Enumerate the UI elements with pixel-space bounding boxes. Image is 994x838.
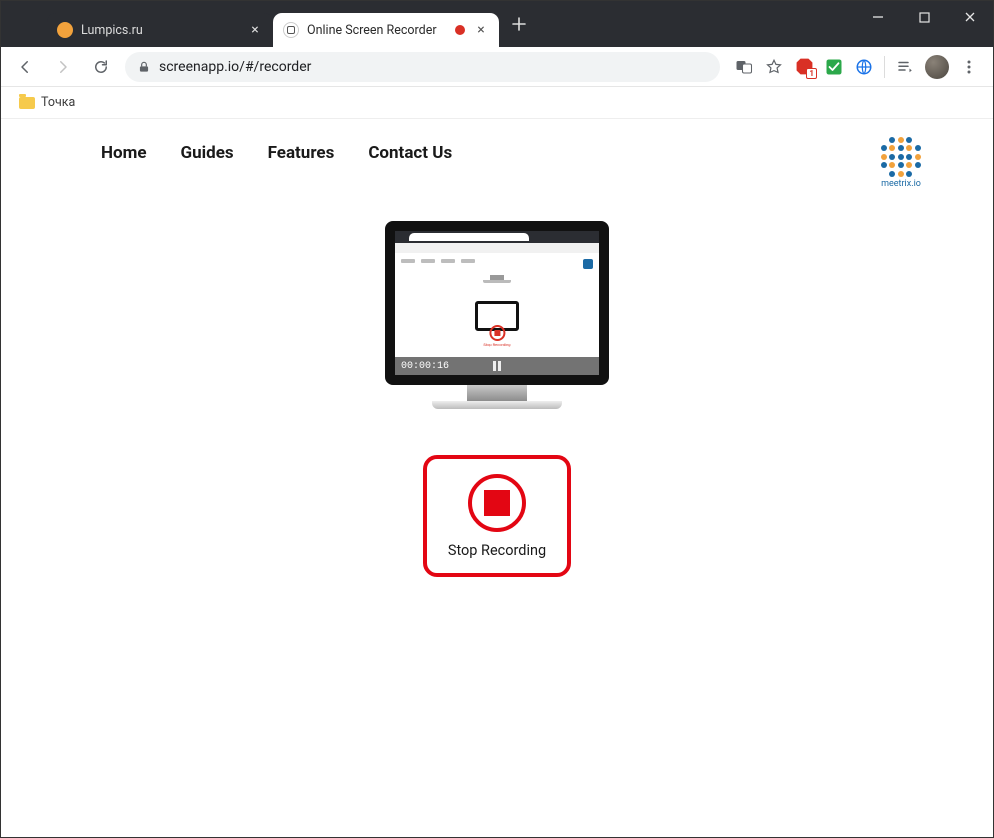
site-nav: Home Guides Features Contact Us — [1, 119, 993, 163]
separator — [884, 56, 885, 78]
adblock-icon[interactable]: 1 — [794, 57, 814, 77]
preview-titlebar — [395, 231, 599, 243]
preview-addressbar — [395, 243, 599, 253]
brand-text: meetrix.io — [881, 179, 921, 189]
tab-title: Online Screen Recorder — [307, 23, 447, 38]
titlebar: Lumpics.ru × Online Screen Recorder × — [1, 1, 993, 47]
tab-title: Lumpics.ru — [81, 23, 239, 38]
window-controls — [855, 1, 993, 37]
stop-recording-button[interactable]: Stop Recording — [423, 455, 571, 577]
nav-home[interactable]: Home — [101, 143, 147, 163]
lock-icon — [137, 60, 151, 74]
tab-close-icon[interactable]: × — [247, 22, 263, 38]
preview-stop-label: Stop Recording — [483, 342, 510, 347]
reload-button[interactable] — [87, 53, 115, 81]
recording-indicator-icon — [455, 25, 465, 35]
brand-logo-icon — [881, 137, 921, 177]
forward-button[interactable] — [49, 53, 77, 81]
stop-recording-label: Stop Recording — [448, 542, 546, 559]
omnibox[interactable]: screenapp.io/#/recorder — [125, 52, 720, 82]
pause-icon[interactable] — [493, 361, 501, 371]
tab-lumpics[interactable]: Lumpics.ru × — [47, 13, 273, 47]
back-button[interactable] — [11, 53, 39, 81]
brand-logo[interactable]: meetrix.io — [881, 137, 921, 189]
page-content: Home Guides Features Contact Us meetrix.… — [1, 119, 993, 837]
preview-stop-button: Stop Recording — [483, 325, 510, 347]
recording-preview: Stop Recording 00:00:16 — [385, 221, 609, 409]
monitor-stand — [467, 385, 527, 401]
bookmark-folder[interactable]: Точка — [13, 92, 81, 113]
bookmarks-bar: Точка — [1, 87, 993, 119]
browser-window: Lumpics.ru × Online Screen Recorder × — [0, 0, 994, 838]
close-window-button[interactable] — [947, 1, 993, 33]
monitor-base — [432, 401, 562, 409]
check-extension-icon[interactable] — [824, 57, 844, 77]
menu-button[interactable] — [959, 57, 979, 77]
tab-screenapp[interactable]: Online Screen Recorder × — [273, 13, 499, 47]
nav-features[interactable]: Features — [268, 143, 335, 163]
maximize-button[interactable] — [901, 1, 947, 33]
translate-icon[interactable] — [734, 57, 754, 77]
nav-contact[interactable]: Contact Us — [368, 143, 452, 163]
tab-close-icon[interactable]: × — [473, 22, 489, 38]
new-tab-button[interactable] — [505, 10, 533, 38]
media-playlist-icon[interactable] — [895, 57, 915, 77]
favicon-screenapp — [283, 22, 299, 38]
recording-time: 00:00:16 — [401, 361, 449, 372]
toolbar-extension-icons: 1 — [730, 55, 983, 79]
preview-brand-icon — [583, 259, 593, 269]
nav-guides[interactable]: Guides — [181, 143, 234, 163]
folder-icon — [19, 97, 35, 109]
profile-avatar[interactable] — [925, 55, 949, 79]
bookmark-label: Точка — [41, 95, 75, 110]
address-bar: screenapp.io/#/recorder 1 — [1, 47, 993, 87]
stop-icon — [468, 474, 526, 532]
minimize-button[interactable] — [855, 1, 901, 33]
recording-overlay: 00:00:16 — [395, 357, 599, 375]
monitor-frame: Stop Recording 00:00:16 — [385, 221, 609, 385]
globe-extension-icon[interactable] — [854, 57, 874, 77]
preview-nav — [401, 259, 475, 263]
star-icon[interactable] — [764, 57, 784, 77]
favicon-lumpics — [57, 22, 73, 38]
url-text: screenapp.io/#/recorder — [159, 59, 311, 75]
